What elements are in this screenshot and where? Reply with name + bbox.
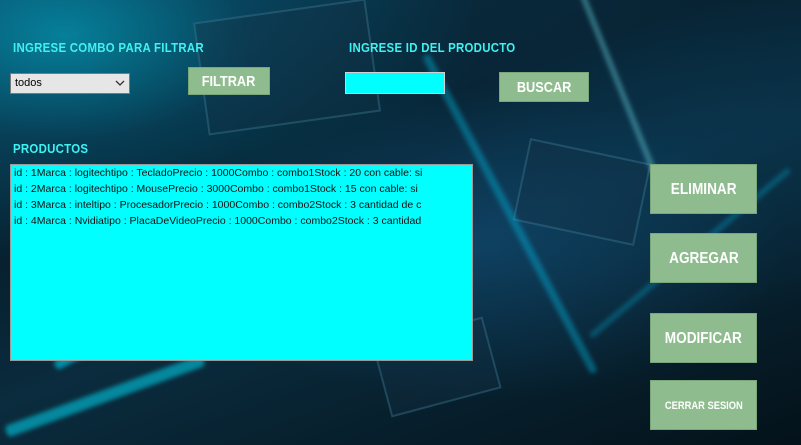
- products-list[interactable]: id : 1Marca : logitechtipo : TecladoPrec…: [10, 164, 473, 361]
- add-button[interactable]: AGREGAR: [650, 233, 757, 283]
- search-button-label: BUSCAR: [516, 79, 572, 96]
- product-id-input[interactable]: [345, 72, 445, 94]
- filter-label: INGRESE COMBO PARA FILTRAR: [13, 40, 204, 55]
- search-button[interactable]: BUSCAR: [499, 72, 589, 102]
- modify-button[interactable]: MODIFICAR: [650, 313, 757, 363]
- delete-button-label: ELIMINAR: [670, 181, 737, 198]
- list-item[interactable]: id : 3Marca : inteltipo : ProcesadorPrec…: [11, 197, 472, 213]
- combo-filter-value: todos: [15, 77, 42, 89]
- list-item[interactable]: id : 1Marca : logitechtipo : TecladoPrec…: [11, 165, 472, 181]
- list-item[interactable]: id : 4Marca : Nvidiatipo : PlacaDeVideoP…: [11, 213, 472, 229]
- combo-filter-select[interactable]: todos: [10, 73, 130, 94]
- filter-button-label: FILTRAR: [202, 73, 256, 90]
- delete-button[interactable]: ELIMINAR: [650, 164, 757, 214]
- logout-button-label: CERRAR SESION: [664, 400, 743, 412]
- search-label: INGRESE ID DEL PRODUCTO: [349, 40, 516, 55]
- filter-button[interactable]: FILTRAR: [188, 67, 270, 95]
- list-item[interactable]: id : 2Marca : logitechtipo : MousePrecio…: [11, 181, 472, 197]
- logout-button[interactable]: CERRAR SESION: [650, 380, 757, 430]
- chevron-down-icon: [115, 80, 125, 86]
- products-label: PRODUCTOS: [13, 141, 89, 156]
- modify-button-label: MODIFICAR: [664, 330, 743, 347]
- add-button-label: AGREGAR: [668, 250, 739, 267]
